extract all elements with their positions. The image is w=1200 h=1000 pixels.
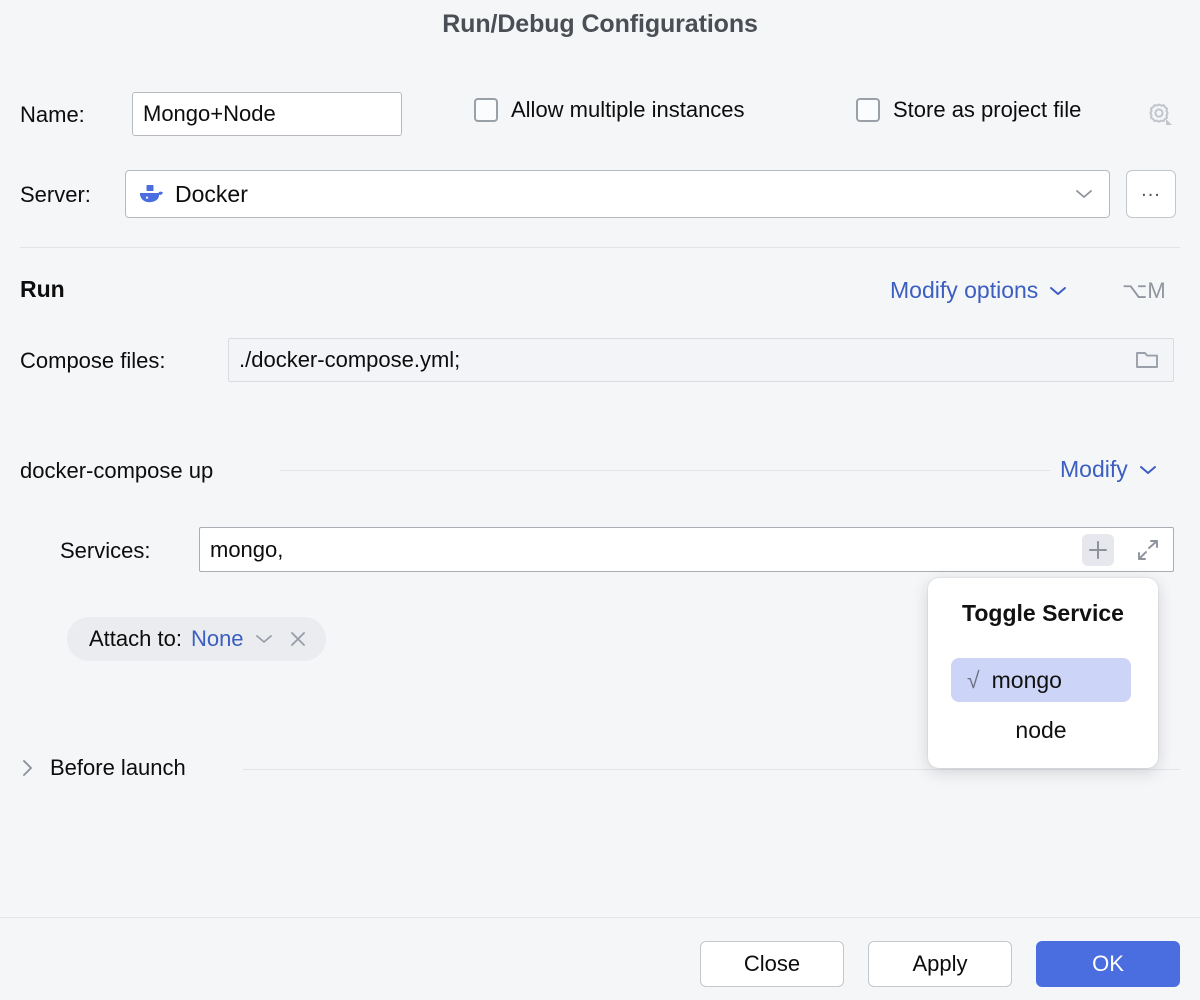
chevron-down-icon (1048, 284, 1068, 298)
before-launch-label: Before launch (50, 755, 186, 781)
allow-multiple-instances-label: Allow multiple instances (511, 97, 745, 123)
name-row: Name: Mongo+Node Allow multiple instance… (0, 92, 1200, 138)
toggle-service-popup: Toggle Service √ mongo node (928, 578, 1158, 768)
checkbox-box[interactable] (474, 98, 498, 122)
services-value: mongo, (210, 537, 283, 563)
close-button[interactable]: Close (700, 941, 844, 987)
server-label: Server: (20, 182, 91, 208)
section-divider (20, 247, 1180, 248)
run-debug-configurations-dialog: Run/Debug Configurations Name: Mongo+Nod… (0, 0, 1200, 1000)
services-input[interactable]: mongo, (199, 527, 1174, 572)
popup-item-mongo[interactable]: √ mongo (951, 658, 1131, 702)
allow-multiple-instances-checkbox[interactable]: Allow multiple instances (474, 97, 745, 123)
name-label: Name: (20, 102, 85, 128)
gear-icon[interactable] (1142, 96, 1176, 130)
chevron-right-icon[interactable] (20, 757, 36, 779)
popup-item-node[interactable]: node (951, 708, 1131, 752)
page-title: Run/Debug Configurations (0, 10, 1200, 39)
server-combobox[interactable]: Docker (125, 170, 1110, 218)
run-section-heading: Run (20, 276, 65, 303)
folder-icon[interactable] (1133, 348, 1161, 372)
popup-item-label: node (1015, 717, 1066, 744)
chevron-down-icon[interactable] (1073, 187, 1095, 201)
footer-divider (0, 917, 1200, 918)
before-launch-section[interactable]: Before launch (20, 755, 186, 781)
store-as-project-file-checkbox[interactable]: Store as project file (856, 97, 1081, 123)
attach-to-value[interactable]: None (191, 626, 244, 652)
docker-compose-up-label: docker-compose up (20, 458, 225, 484)
compose-files-input[interactable]: ./docker-compose.yml; (228, 338, 1174, 382)
server-browse-button[interactable]: ... (1126, 170, 1176, 218)
server-value: Docker (175, 181, 248, 208)
chevron-down-icon (1138, 463, 1158, 477)
compose-files-value: ./docker-compose.yml; (239, 347, 460, 373)
modify-button[interactable]: Modify (1060, 456, 1158, 483)
ok-button[interactable]: OK (1036, 941, 1180, 987)
apply-button[interactable]: Apply (868, 941, 1012, 987)
attach-to-chip[interactable]: Attach to: None (67, 617, 326, 661)
popup-title: Toggle Service (928, 600, 1158, 627)
compose-files-label: Compose files: (20, 348, 166, 374)
docker-whale-icon (138, 182, 164, 206)
plus-icon[interactable] (1082, 534, 1114, 566)
attach-to-label: Attach to: (89, 626, 182, 652)
modify-options-label: Modify options (890, 277, 1038, 304)
services-label: Services: (60, 538, 150, 564)
expand-arrows-icon[interactable] (1135, 537, 1161, 563)
store-as-project-file-label: Store as project file (893, 97, 1081, 123)
modify-label: Modify (1060, 456, 1128, 483)
check-icon: √ (967, 667, 980, 694)
section-rule (243, 769, 1180, 770)
section-rule (280, 470, 1050, 471)
modify-options-button[interactable]: Modify options (890, 277, 1068, 304)
modify-options-shortcut: ⌥M (1122, 278, 1166, 304)
server-row: Server: Docker ... (0, 170, 1200, 220)
checkbox-box[interactable] (856, 98, 880, 122)
chevron-down-icon[interactable] (254, 632, 274, 646)
popup-item-label: mongo (992, 667, 1062, 694)
name-input[interactable]: Mongo+Node (132, 92, 402, 136)
close-x-icon[interactable] (288, 629, 308, 649)
